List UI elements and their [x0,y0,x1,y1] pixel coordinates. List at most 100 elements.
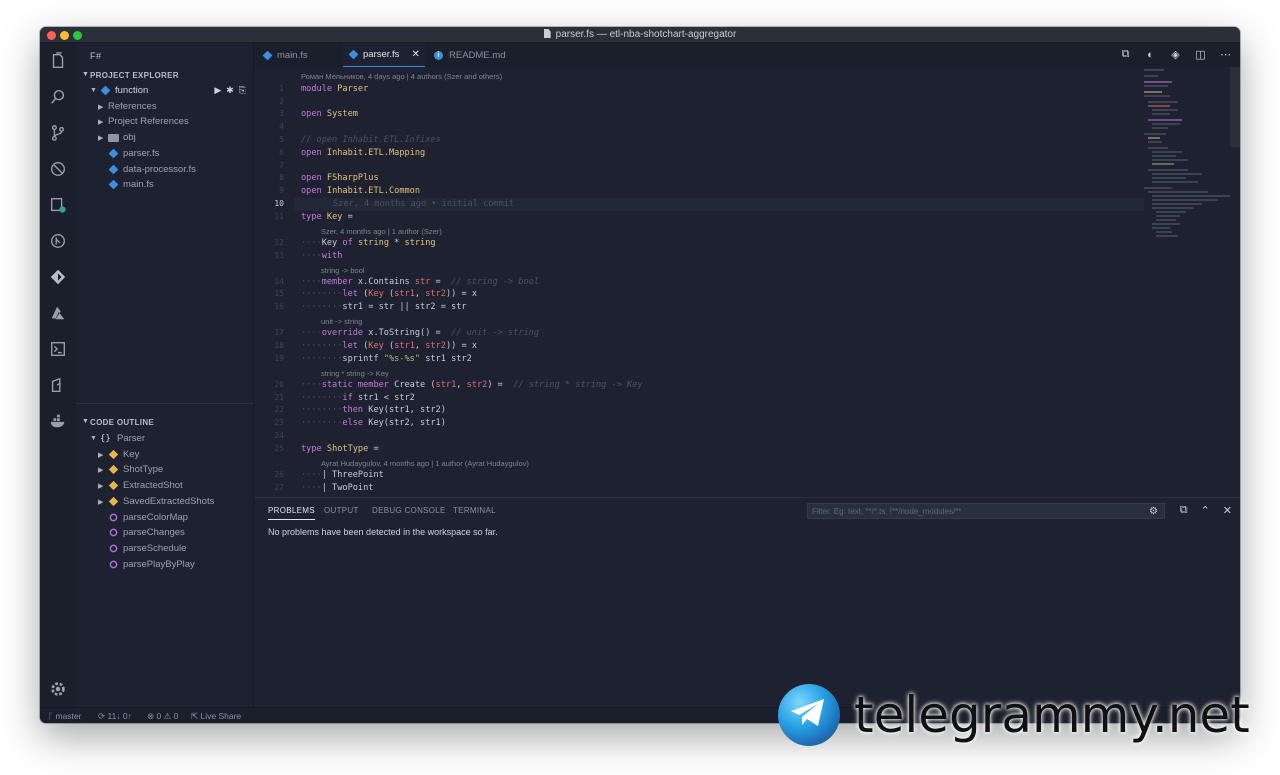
code-line: type ShotType = [301,444,379,454]
explorer-icon[interactable] [48,51,68,71]
outline-item-parsecolormap[interactable]: parseColorMap [108,510,188,525]
chevron-right-icon: ▶ [98,451,104,459]
close-panel-icon[interactable]: ✕ [1223,504,1232,517]
problems-filter-input[interactable]: Filter. Eg: text, **/*.ts, !**/node_modu… [807,503,1165,519]
code-line: ····with [301,251,343,261]
branch-status[interactable]: ᚴ master [48,711,81,721]
tab-main-fs[interactable]: main.fs [262,43,342,67]
codelens-signature[interactable]: string -> bool [321,266,365,275]
gitlens-commit-icon[interactable]: ◈ [1169,48,1182,61]
line-number: 13 [274,251,284,260]
code-line: open Inhabit.ETL.Mapping [301,148,426,158]
editor-area: main.fs parser.fs ✕ i README.md ⧉ ◐ ◈ ◫ … [254,43,1240,497]
line-number: 24 [274,431,284,440]
line-number: 7 [279,161,284,170]
warning-icon: ⚠ [163,711,174,721]
search-icon[interactable] [48,87,68,107]
outline-item-extractedshot[interactable]: ▶ ExtractedShot [98,478,183,493]
tab-readme-md[interactable]: i README.md [434,43,534,67]
panel-tab-debug-console[interactable]: DEBUG CONSOLE [372,506,446,515]
tree-item-project-references[interactable]: ▶ Project References [98,114,189,129]
settings-gear-icon[interactable] [48,679,68,699]
panel-tab-problems[interactable]: PROBLEMS [268,506,315,520]
chevron-down-icon: ▼ [90,87,97,94]
run-icon[interactable]: ▶ [214,85,221,96]
editor-tabs: main.fs parser.fs ✕ i README.md ⧉ ◐ ◈ ◫ … [254,43,1240,67]
title-bar: parser.fs — etl-nba-shotchart-aggregator [40,27,1240,43]
debug-run-icon[interactable]: ✱ [226,85,234,96]
outline-item-parseschedule[interactable]: parseSchedule [108,541,186,556]
code-line: ········else Key(str2, str1) [301,418,446,428]
sync-status[interactable]: ⟳ 11↓ 0↑ [98,711,132,722]
codelens-key[interactable]: Szer, 4 months ago | 1 author (Szer) [321,227,442,236]
gitlens-icon[interactable] [48,231,68,251]
live-share-icon[interactable] [48,375,68,395]
code-line: open FSharpPlus [301,173,379,183]
tree-item-obj[interactable]: ▶ obj [98,130,136,145]
chevron-right-icon: ▶ [98,482,104,490]
azure-icon[interactable] [48,303,68,323]
fsharp-file-icon [108,164,119,175]
line-number: 19 [274,354,284,363]
tree-item-main-fs[interactable]: main.fs [108,177,154,192]
maximize-panel-icon[interactable]: ⌃ [1201,504,1210,517]
chevron-right-icon: ▶ [98,118,104,126]
tree-item-references[interactable]: ▶ References [98,99,157,114]
preview-icon[interactable]: ◐ [1144,48,1157,61]
minimap[interactable] [1144,67,1234,267]
close-tab-icon[interactable]: ✕ [411,49,419,60]
filter-settings-icon[interactable]: ⚙ [1149,506,1158,517]
type-icon [108,496,119,507]
panel-tab-output[interactable]: OUTPUT [324,506,359,515]
outline-node-parser[interactable]: ▼ {} Parser [90,431,145,446]
outline-item-savedextractedshots[interactable]: ▶ SavedExtractedShots [98,494,214,509]
function-icon [109,528,118,537]
code-outline-header[interactable]: ▼ CODE OUTLINE [76,417,254,429]
function-icon [109,513,118,522]
new-file-icon[interactable]: ⎘ [239,85,246,96]
code-line: ····| TwoPoint [301,483,374,493]
code-line: ········str1 = str || str2 = str [301,302,467,312]
more-actions-icon[interactable]: ⋯ [1219,48,1232,61]
file-icon [543,29,551,38]
line-number: 14 [274,277,284,286]
codelens-signature[interactable]: unit -> string [321,317,362,326]
extensions-icon[interactable] [48,195,68,215]
outline-item-key[interactable]: ▶ Key [98,447,139,462]
code-line: ········if str1 < str2 [301,393,415,403]
compare-changes-icon[interactable]: ⧉ [1119,48,1132,61]
docker-icon[interactable] [48,411,68,431]
line-number: 1 [279,84,284,93]
editor-scrollbar[interactable] [1230,67,1240,147]
project-explorer-header[interactable]: ▼ PROJECT EXPLORER [76,70,254,82]
split-editor-icon[interactable]: ◫ [1194,48,1207,61]
debug-icon[interactable] [48,159,68,179]
source-control-icon[interactable] [48,123,68,143]
codelens-signature[interactable]: string * string -> Key [321,369,389,378]
type-icon [108,464,119,475]
module-braces-icon: {} [100,433,111,444]
code-view[interactable]: Роман Мельников, 4 days ago | 4 authors … [254,67,1154,497]
line-number: 23 [274,418,284,427]
code-line: type Key = [301,212,353,222]
terminal-icon[interactable] [48,339,68,359]
collapse-all-icon[interactable]: ⧉ [1180,504,1188,517]
codelens-shottype[interactable]: Ayrat Hudaygulov, 4 months ago | 1 autho… [321,459,529,468]
function-icon [109,544,118,553]
tree-item-parser-fs[interactable]: parser.fs [108,146,159,161]
outline-item-shottype[interactable]: ▶ ShotType [98,462,163,477]
line-number: 20 [274,380,284,389]
problems-status[interactable]: ⊗ 0 ⚠ 0 [147,711,178,722]
outline-item-parseplaybyplay[interactable]: parsePlayByPlay [108,557,195,572]
panel-tab-terminal[interactable]: TERMINAL [453,506,496,515]
ionide-fsharp-icon[interactable] [48,267,68,287]
codelens-authors[interactable]: Роман Мельников, 4 days ago | 4 authors … [301,72,502,81]
tab-parser-fs[interactable]: parser.fs ✕ [343,43,425,67]
paper-plane-icon [791,699,824,726]
live-share-status[interactable]: ⇱ Live Share [191,711,241,722]
tree-item-data-processor-fs[interactable]: data-processor.fs [108,162,196,177]
chevron-right-icon: ▶ [98,134,104,142]
outline-item-parsechanges[interactable]: parseChanges [108,525,185,540]
project-node-function[interactable]: ▼ function ▶ ✱ ⎘ [90,83,254,98]
editor-toolbar: ⧉ ◐ ◈ ◫ ⋯ [1119,48,1232,61]
